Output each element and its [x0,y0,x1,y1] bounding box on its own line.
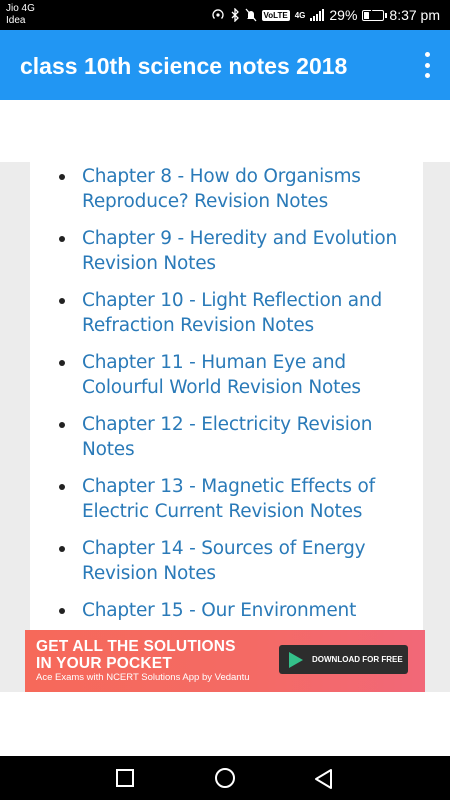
ad-banner[interactable]: GET ALL THE SOLUTIONS IN YOUR POCKET Ace… [25,630,425,692]
network-type: 4G [294,10,306,20]
bullet-icon [59,298,65,304]
signal-icon [310,9,325,21]
ad-headline: GET ALL THE SOLUTIONS IN YOUR POCKET [36,638,236,672]
bullet-icon [59,484,65,490]
chapter-notes-link[interactable]: Chapter 10 - Light Reflection and Refrac… [82,290,382,336]
bullet-icon [59,546,65,552]
list-item: Chapter 13 - Magnetic Effects of Electri… [30,474,423,524]
notes-card: Chapter 8 - How do Organisms Reproduce? … [30,162,423,692]
notes-list: Chapter 8 - How do Organisms Reproduce? … [30,164,423,635]
download-button[interactable]: DOWNLOAD FOR FREE [279,645,408,674]
bullet-icon [59,608,65,614]
clock: 8:37 pm [389,7,440,23]
list-item: Chapter 11 - Human Eye and Colourful Wor… [30,350,423,400]
battery-percent: 29% [329,7,358,23]
chapter-notes-link[interactable]: Chapter 15 - Our Environment [82,600,356,621]
navigation-bar [0,756,450,800]
chapter-notes-link[interactable]: Chapter 12 - Electricity Revision Notes [82,414,373,460]
web-content[interactable]: Chapter 8 - How do Organisms Reproduce? … [0,100,450,756]
home-icon[interactable] [215,768,235,788]
status-icons: VoLTE 4G 29% + 8:37 pm [211,6,440,24]
list-item: Chapter 10 - Light Reflection and Refrac… [30,288,423,338]
download-button-label: DOWNLOAD FOR FREE [312,655,403,664]
volte-badge: VoLTE [261,9,290,21]
bullet-icon [59,360,65,366]
ad-headline-line-1: GET ALL THE SOLUTIONS [36,638,236,655]
status-bar: Jio 4G Idea VoLTE 4G 29% + 8:37 pm [0,0,450,30]
list-item: Chapter 9 - Heredity and Evolution Revis… [30,226,423,276]
carrier-line-1: Jio 4G [6,3,35,14]
list-item: Chapter 12 - Electricity Revision Notes [30,412,423,462]
carrier-info: Jio 4G Idea [6,3,35,27]
google-play-icon [289,651,303,668]
battery-charging-icon: + [362,7,388,21]
bullet-icon [59,174,65,180]
ad-headline-line-2: IN YOUR POCKET [36,655,173,672]
chapter-notes-link[interactable]: Chapter 11 - Human Eye and Colourful Wor… [82,352,361,398]
list-item: Chapter 8 - How do Organisms Reproduce? … [30,164,423,214]
chapter-notes-link[interactable]: Chapter 8 - How do Organisms Reproduce? … [82,166,361,212]
chapter-notes-link[interactable]: Chapter 9 - Heredity and Evolution Revis… [82,228,397,274]
chapter-notes-link[interactable]: Chapter 14 - Sources of Energy Revision … [82,538,366,584]
list-item: Chapter 15 - Our Environment [30,598,423,623]
mute-icon [245,8,257,22]
list-item: Chapter 14 - Sources of Energy Revision … [30,536,423,586]
hotspot-icon [211,8,225,22]
page-title: class 10th science notes 2018 [20,53,348,79]
bluetooth-icon [230,8,240,22]
more-vertical-icon[interactable] [420,52,434,78]
carrier-line-2: Idea [6,15,26,26]
bullet-icon [59,422,65,428]
app-bar: class 10th science notes 2018 [0,30,450,100]
recent-apps-icon[interactable] [116,769,134,787]
ad-subtext: Ace Exams with NCERT Solutions App by Ve… [36,672,250,683]
bullet-icon [59,236,65,242]
back-icon[interactable] [313,768,335,795]
chapter-notes-link[interactable]: Chapter 13 - Magnetic Effects of Electri… [82,476,375,522]
